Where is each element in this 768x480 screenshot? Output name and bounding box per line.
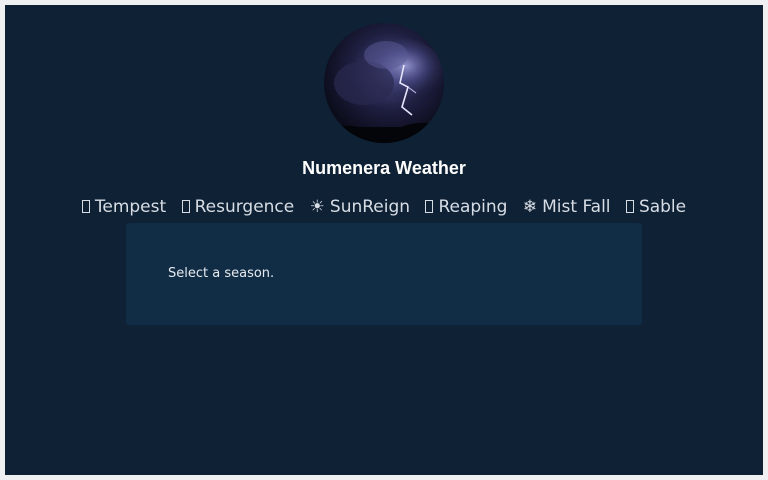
harvest-icon (425, 197, 434, 217)
app-title: Numenera Weather (302, 158, 466, 178)
season-link-sunreign[interactable]: ☀ SunReign (310, 197, 410, 217)
season-label: Tempest (94, 197, 167, 217)
storm-avatar-image (324, 23, 444, 143)
season-nav: Tempest Resurgence ☀ SunReign Reaping ❄ Mi… (5, 197, 763, 217)
season-link-tempest[interactable]: Tempest (81, 197, 167, 217)
season-label: Mist Fall (542, 197, 611, 217)
moon-icon (625, 197, 634, 217)
season-label: SunReign (329, 197, 411, 217)
app-window: Numenera Weather Tempest Resurgence ☀ Sun… (5, 5, 763, 475)
sun-icon: ☀ (309, 197, 325, 217)
season-label: Resurgence (194, 197, 295, 217)
sprout-icon (181, 197, 190, 217)
forecast-panel: Select a season. (126, 223, 642, 325)
season-label: Reaping (438, 197, 508, 217)
season-link-sable[interactable]: Sable (625, 197, 687, 217)
season-link-reaping[interactable]: Reaping (425, 197, 507, 217)
season-link-mist-fall[interactable]: ❄ Mist Fall (523, 197, 611, 217)
storm-icon (81, 197, 90, 217)
season-label: Sable (638, 197, 687, 217)
snowflake-icon: ❄ (522, 197, 538, 217)
panel-message: Select a season. (168, 266, 275, 281)
season-link-resurgence[interactable]: Resurgence (181, 197, 295, 217)
